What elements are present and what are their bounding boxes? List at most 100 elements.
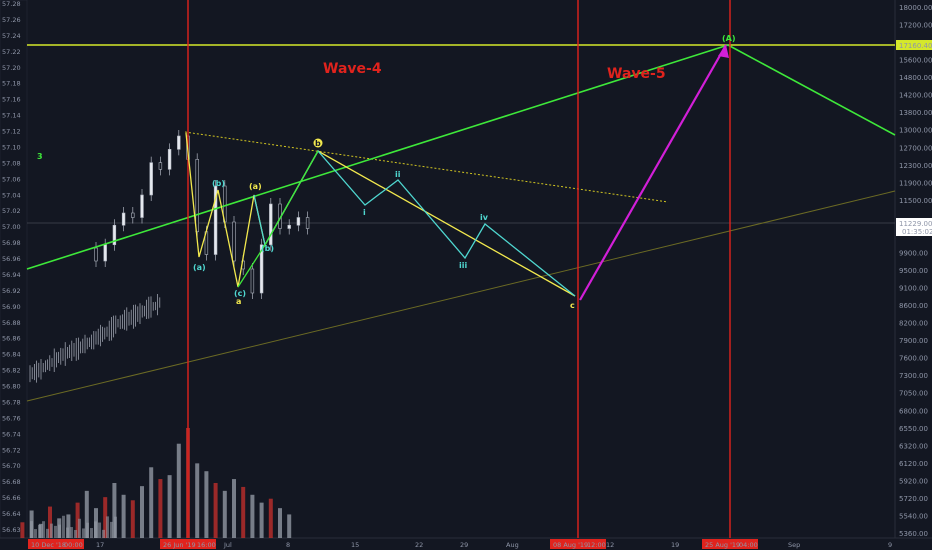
- label-i: i: [363, 208, 366, 217]
- label-a-paren-1: (a): [193, 263, 206, 272]
- volume-bar: [74, 529, 77, 538]
- volume-bar: [82, 528, 85, 538]
- left-axis-tick: 56.68: [2, 478, 21, 486]
- candle-body: [305, 217, 310, 229]
- volume-bar: [54, 525, 57, 538]
- right-axis-tick: 9100.00: [899, 285, 928, 293]
- time-marker-08aug-date: 08 Aug '19: [553, 541, 588, 549]
- volume-bar: [222, 490, 227, 538]
- candle-body: [232, 221, 236, 262]
- right-axis-tick: 5360.00: [899, 530, 928, 538]
- left-axis-tick: 56.66: [2, 494, 21, 502]
- left-axis-tick: 56.84: [2, 351, 21, 359]
- left-axis-tick: 57.22: [2, 48, 21, 56]
- candle-body: [121, 212, 126, 226]
- right-axis-tick: 6550.00: [899, 425, 928, 433]
- label-b-wave: b: [315, 139, 321, 148]
- label-b-paren-1: (b): [212, 179, 225, 188]
- left-axis-tick: 56.70: [2, 462, 21, 470]
- volume-bar: [287, 514, 292, 538]
- label-iv: iv: [480, 213, 489, 222]
- volume-bar: [38, 524, 41, 538]
- wave-count-label: 3: [37, 152, 43, 161]
- right-axis-tick: 13800.00: [899, 109, 932, 117]
- right-axis-tick: 7050.00: [899, 390, 928, 398]
- right-axis-tick: 12700.00: [899, 144, 932, 152]
- wave-5-title: Wave-5: [607, 66, 666, 82]
- volume-bar: [34, 529, 37, 538]
- volume-bar: [70, 527, 73, 538]
- left-axis-tick: 57.00: [2, 223, 21, 231]
- left-axis-tick: 56.78: [2, 398, 21, 406]
- time-axis-tick: 12: [606, 541, 614, 549]
- right-axis-tick: 14200.00: [899, 92, 932, 100]
- volume-bar: [121, 494, 126, 538]
- label-A-target: (A): [722, 34, 736, 43]
- label-iii: iii: [459, 261, 467, 270]
- time-axis-tick: 19: [671, 541, 679, 549]
- time-axis-tick: Aug: [506, 541, 519, 549]
- time-axis-tick: 8: [286, 541, 290, 549]
- candle-body: [250, 268, 255, 294]
- time-axis-tick: 22: [415, 541, 423, 549]
- time-marker-08aug-time: 12:00: [587, 541, 606, 549]
- right-axis-tick: 14800.00: [899, 74, 932, 82]
- volume-bar: [20, 522, 25, 538]
- label-ii: ii: [395, 170, 401, 179]
- left-axis-tick: 57.16: [2, 96, 21, 104]
- volume-bar: [278, 508, 282, 538]
- left-axis-tick: 56.86: [2, 335, 21, 343]
- left-axis-tick: 57.26: [2, 16, 21, 24]
- volume-bar: [90, 528, 93, 538]
- volume-bar: [204, 471, 209, 538]
- volume-bar: [110, 521, 113, 538]
- countdown-tag-text: 01:35:02: [902, 228, 932, 236]
- candle-body: [94, 247, 98, 262]
- candle-body: [177, 135, 181, 150]
- volume-bar: [102, 529, 105, 538]
- left-axis-tick: 57.28: [2, 0, 21, 8]
- right-axis-tick: 9900.00: [899, 249, 928, 257]
- volume-bar: [66, 527, 69, 538]
- candle-body: [269, 203, 273, 246]
- label-a-paren-2: (a): [249, 182, 262, 191]
- left-axis-tick: 56.74: [2, 430, 21, 438]
- time-axis-tick: Jul: [223, 541, 232, 549]
- time-marker-start-date: 10 Dec '18: [31, 541, 66, 549]
- volume-bar: [62, 515, 65, 538]
- candle-body: [149, 162, 153, 196]
- volume-bar: [149, 467, 154, 538]
- volume-bar: [78, 518, 81, 538]
- volume-bar: [250, 494, 255, 538]
- volume-bar: [195, 463, 200, 538]
- left-axis-tick: 56.63: [2, 526, 21, 534]
- volume-bar: [42, 521, 45, 538]
- volume-bar: [158, 479, 163, 538]
- left-axis-tick: 56.98: [2, 239, 21, 247]
- left-axis-tick: 57.14: [2, 112, 21, 120]
- volume-bar: [86, 522, 89, 538]
- time-marker-start-time: 00:00: [64, 541, 83, 549]
- right-axis-tick: 5920.00: [899, 477, 928, 485]
- right-axis-tick: 9500.00: [899, 267, 928, 275]
- candle-body: [167, 149, 172, 170]
- volume-bar: [176, 443, 181, 538]
- candle-body: [296, 217, 301, 226]
- left-axis-tick: 57.02: [2, 207, 21, 215]
- time-marker-26jun-time: 16:00: [197, 541, 216, 549]
- volume-bar: [241, 486, 246, 538]
- left-axis-tick: 56.80: [2, 383, 21, 391]
- left-axis-tick: 56.96: [2, 255, 21, 263]
- volume-bar: [213, 483, 218, 538]
- volume-bar: [50, 523, 53, 538]
- right-axis-tick: 17200.00: [899, 22, 932, 30]
- label-b-paren-2: (b): [261, 244, 274, 253]
- volume-bar: [140, 486, 144, 538]
- candle-body: [287, 224, 291, 229]
- right-axis-tick: 7600.00: [899, 355, 928, 363]
- elliott-wave-chart: 57.28 57.26 57.24 57.22 57.20 57.18 57.16 57.14…: [0, 0, 932, 550]
- left-axis-tick: 56.76: [2, 414, 21, 422]
- time-axis-tick: 9: [888, 541, 892, 549]
- volume-bar: [268, 498, 273, 538]
- volume-bar: [30, 521, 33, 538]
